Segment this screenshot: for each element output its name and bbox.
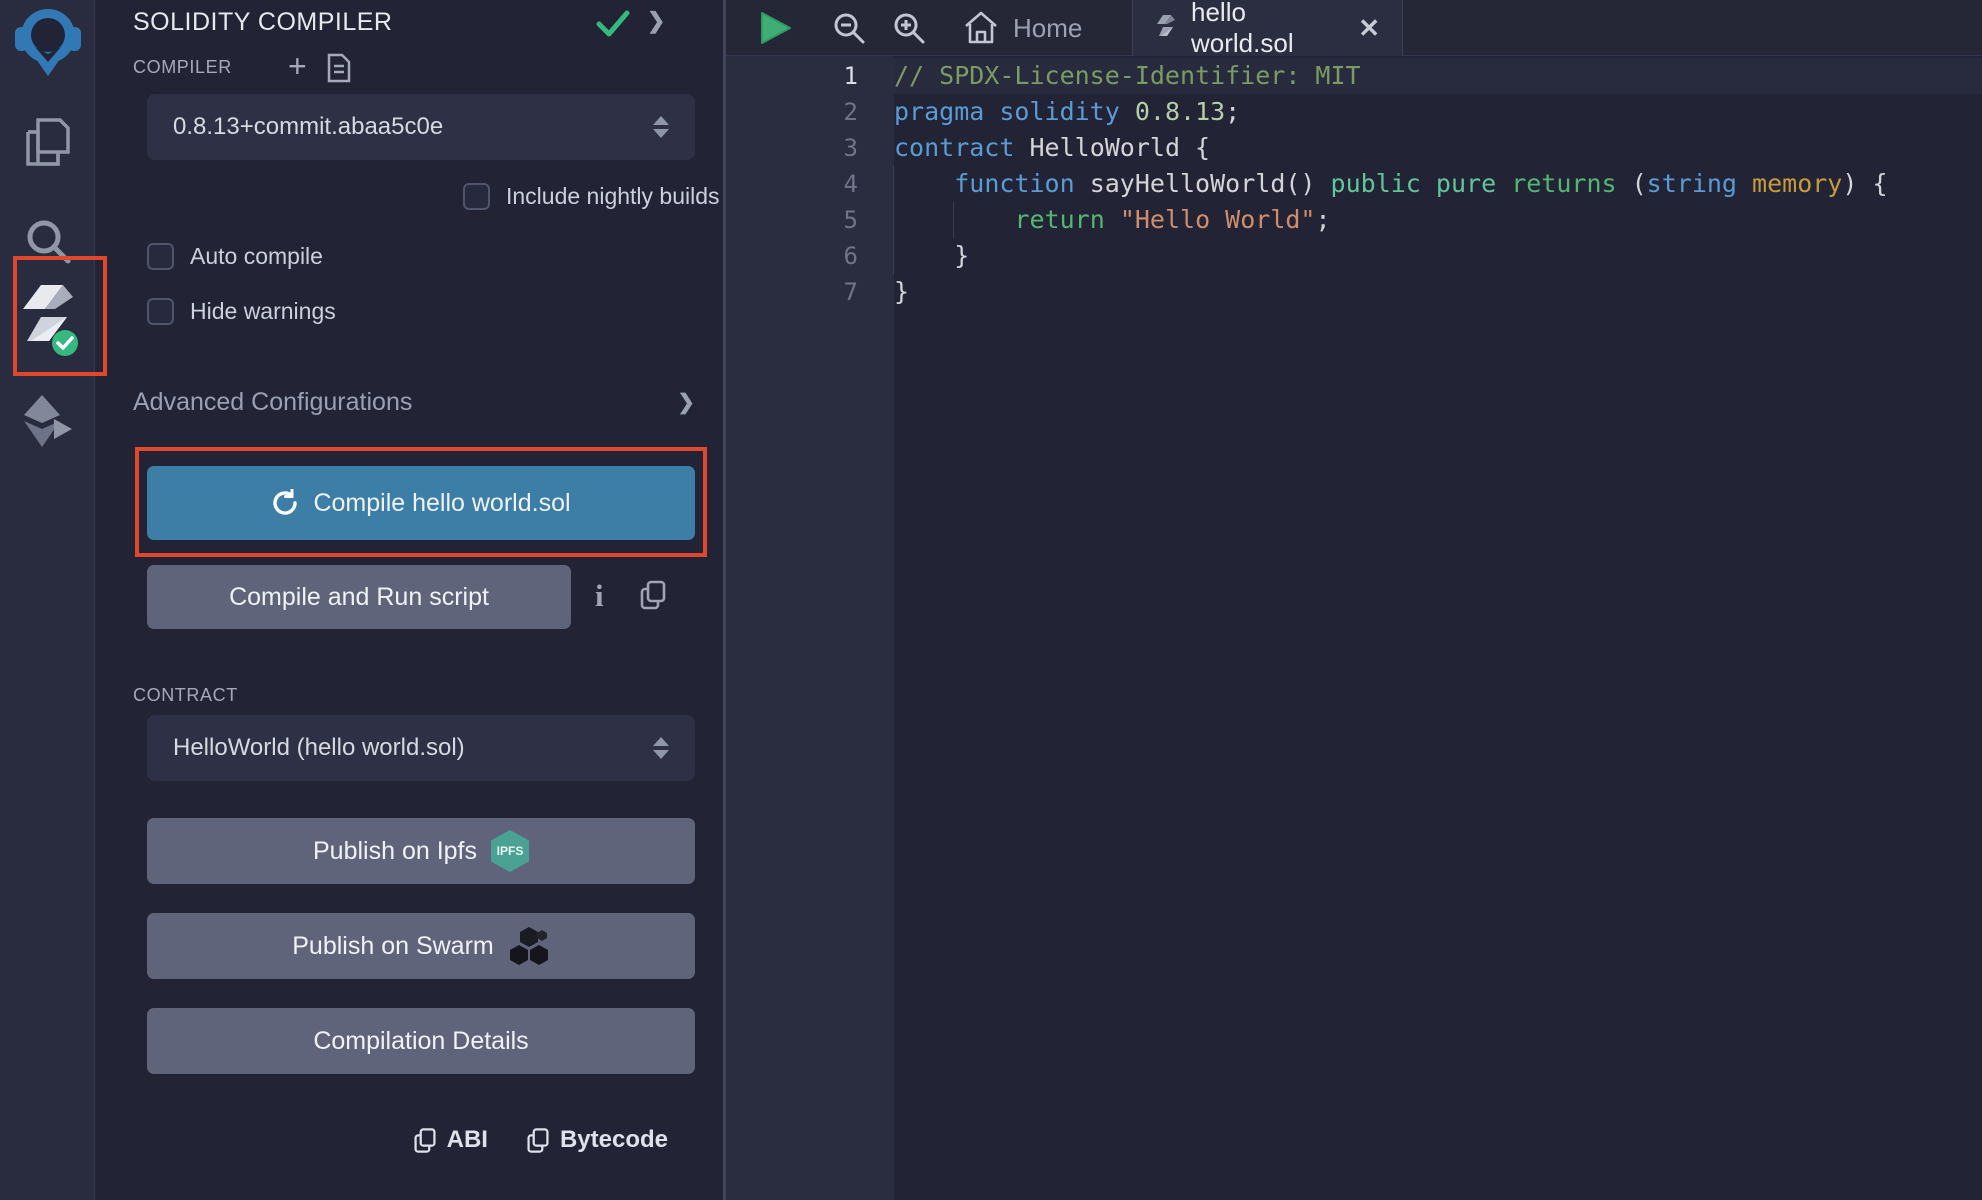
line-number: 1 [726,58,894,94]
abi-bytecode-row: ABI Bytecode [413,1126,668,1154]
zoom-out-icon[interactable] [832,0,866,56]
copy-abi-button[interactable]: ABI [413,1126,488,1154]
code-line[interactable]: pragma solidity 0.8.13; [894,94,1982,130]
line-number: 4 [726,166,894,202]
contract-select[interactable]: HelloWorld (hello world.sol) [147,715,695,781]
hide-warnings-checkbox-row[interactable]: Hide warnings [147,298,336,325]
advanced-configurations-toggle[interactable]: Advanced Configurations ❯ [133,388,695,417]
line-number: 6 [726,238,894,274]
compilation-details-button[interactable]: Compilation Details [147,1008,695,1074]
copy-bytecode-button[interactable]: Bytecode [526,1126,668,1154]
compile-button[interactable]: Compile hello world.sol [147,466,695,540]
select-arrows-icon [653,116,669,138]
panel-collapse-chevron-icon[interactable]: ❯ [647,8,665,34]
remix-logo-icon[interactable] [0,5,95,77]
code-line[interactable]: return "Hello World"; [894,202,1982,238]
file-explorer-icon[interactable] [0,116,95,168]
tab-hello-world-sol[interactable]: hello world.sol ✕ [1132,0,1403,56]
code-line[interactable]: // SPDX-License-Identifier: MIT [894,58,1982,94]
line-number: 7 [726,274,894,310]
solidity-compiler-icon[interactable] [0,283,95,357]
editor-region: Home hello world.sol ✕ 1234567 // SPDX-L… [726,0,1982,1200]
line-number: 5 [726,202,894,238]
hide-warnings-label: Hide warnings [190,298,336,325]
solidity-compiler-panel: SOLIDITY COMPILER ❯ COMPILER + 0.8.13+co… [95,0,723,1200]
run-script-play-icon[interactable] [758,0,792,56]
solidity-file-icon [1155,14,1177,42]
copy-run-config-icon[interactable] [639,580,667,610]
code-line[interactable]: } [894,274,1982,310]
auto-compile-label: Auto compile [190,243,323,270]
home-icon [963,10,999,46]
copy-icon [526,1127,550,1154]
include-nightly-checkbox[interactable] [463,183,490,210]
compile-success-check-icon [595,8,631,40]
search-icon[interactable] [0,216,95,266]
code-line[interactable]: contract HelloWorld { [894,130,1982,166]
editor-gutter: 1234567 [726,56,894,1200]
publish-swarm-label: Publish on Swarm [292,932,493,961]
bytecode-label: Bytecode [560,1126,668,1154]
contract-section-label: CONTRACT [133,685,238,706]
editor-tab-bar: Home hello world.sol ✕ [726,0,1982,56]
advanced-chevron-icon: ❯ [677,390,695,415]
zoom-in-icon[interactable] [892,0,926,56]
compiler-version-select[interactable]: 0.8.13+commit.abaa5c0e [147,94,695,160]
tab-home[interactable]: Home [941,0,1104,56]
tab-close-icon[interactable]: ✕ [1358,15,1380,41]
auto-compile-checkbox-row[interactable]: Auto compile [147,243,323,270]
compilation-details-label: Compilation Details [313,1027,528,1056]
copy-icon [413,1127,437,1154]
line-number: 2 [726,94,894,130]
compiler-section-label: COMPILER [133,57,232,78]
compile-and-run-button[interactable]: Compile and Run script [147,565,571,629]
publish-ipfs-button[interactable]: Publish on Ipfs IPFS [147,818,695,884]
include-nightly-label: Include nightly builds [506,183,720,210]
select-arrows-icon [653,737,669,759]
compiler-version-value: 0.8.13+commit.abaa5c0e [173,113,653,141]
ipfs-icon: IPFS [491,830,529,872]
hide-warnings-checkbox[interactable] [147,298,174,325]
refresh-icon [271,489,299,517]
advanced-configurations-label: Advanced Configurations [133,388,677,417]
auto-compile-checkbox[interactable] [147,243,174,270]
line-number: 3 [726,130,894,166]
include-nightly-checkbox-row[interactable]: Include nightly builds [463,183,720,210]
add-compiler-icon[interactable]: + [288,48,307,85]
info-icon[interactable]: i [595,578,604,614]
abi-label: ABI [447,1126,488,1154]
code-lines: // SPDX-License-Identifier: MITpragma so… [894,56,1982,1200]
swarm-cubes-icon [508,925,550,967]
publish-ipfs-label: Publish on Ipfs [313,837,477,866]
tab-home-label: Home [1013,13,1082,44]
code-line[interactable]: } [894,238,1982,274]
code-line[interactable]: function sayHelloWorld() public pure ret… [894,166,1982,202]
compiler-doc-icon[interactable] [327,53,351,83]
panel-title: SOLIDITY COMPILER [133,8,393,37]
deploy-run-icon[interactable] [0,393,95,449]
compile-button-label: Compile hello world.sol [313,489,570,518]
contract-select-value: HelloWorld (hello world.sol) [173,734,653,762]
tab-file-label: hello world.sol [1191,0,1344,59]
publish-swarm-button[interactable]: Publish on Swarm [147,913,695,979]
compile-and-run-label: Compile and Run script [229,583,489,612]
activity-bar [0,0,95,1200]
